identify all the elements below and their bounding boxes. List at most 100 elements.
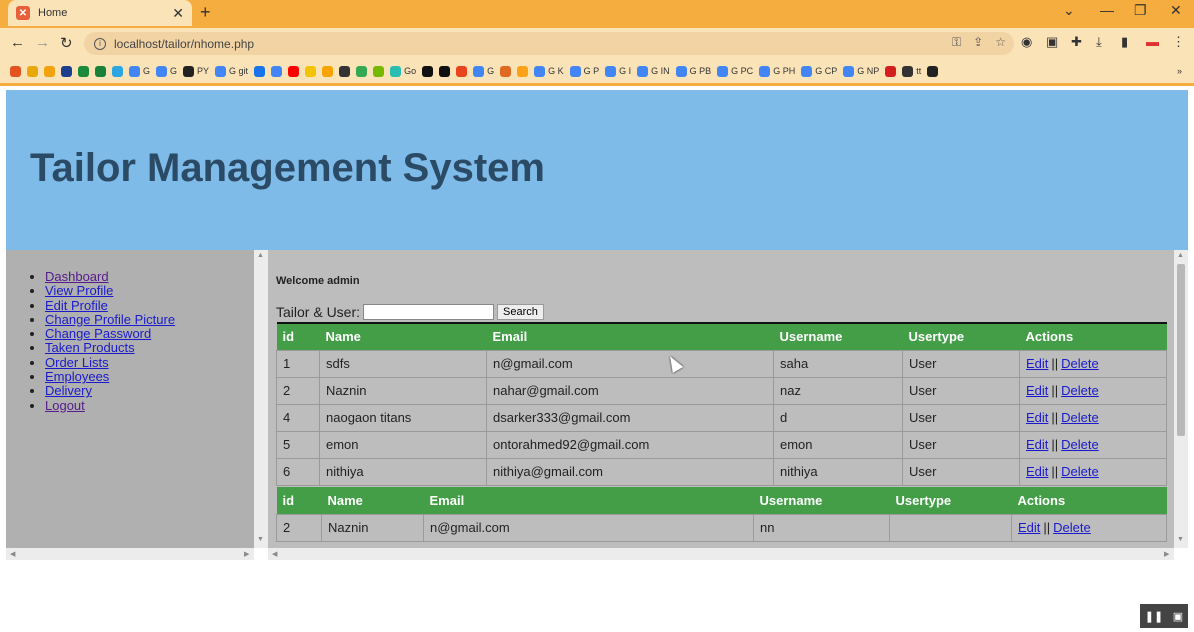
delete-link[interactable]: Delete [1061,464,1099,479]
delete-link[interactable]: Delete [1061,437,1099,452]
restore-button[interactable]: ❐ [1134,2,1147,19]
more-bookmarks-button[interactable]: » [1177,66,1182,76]
bookmark-item[interactable] [422,65,434,77]
bookmark-item[interactable] [517,65,529,77]
scroll-right-icon[interactable]: ▶ [244,550,249,558]
bookmark-item[interactable] [27,65,38,77]
back-arrow-icon[interactable]: ← [10,34,25,51]
bookmark-item[interactable]: G IN [637,65,670,77]
edit-link[interactable]: Edit [1026,437,1048,452]
bookmark-item[interactable] [885,65,897,77]
bookmark-item[interactable]: Go [390,65,416,77]
bookmark-item[interactable] [339,65,351,77]
search-input[interactable] [363,304,495,320]
bookmark-item[interactable] [254,65,266,77]
edit-link[interactable]: Edit [1018,520,1040,535]
delete-link[interactable]: Delete [1061,410,1099,425]
bookmark-item[interactable] [322,65,334,77]
sidebar-link-change-profile-picture[interactable]: Change Profile Picture [45,312,175,327]
new-tab-button[interactable]: + [200,2,211,23]
download-icon[interactable]: ⤓ [1096,34,1102,50]
profile-extension-icon[interactable]: ▬ [1146,34,1159,49]
sidepanel-icon[interactable]: ▮ [1121,34,1128,50]
scroll-left-icon[interactable]: ◀ [272,550,277,558]
bookmark-item[interactable]: G CP [801,65,837,77]
bookmark-item[interactable] [439,65,451,77]
main-hscrollbar[interactable]: ◀ ▶ [268,548,1174,560]
star-icon[interactable]: ☆ [995,35,1006,50]
panda-extension-icon[interactable]: ◉ [1021,34,1032,50]
scroll-down-icon[interactable]: ▼ [257,536,264,543]
bookmark-item[interactable]: G P [569,65,599,77]
close-tab-icon[interactable]: ✕ [172,5,184,22]
scroll-up-icon[interactable]: ▲ [257,252,264,259]
bookmark-item[interactable]: G PB [675,65,711,77]
edit-link[interactable]: Edit [1026,410,1048,425]
scroll-left-icon[interactable]: ◀ [10,550,15,558]
bookmark-item[interactable] [271,65,283,77]
bookmark-item[interactable]: G I [605,65,631,77]
info-icon[interactable]: i [94,37,106,50]
bookmark-item[interactable]: G git [215,65,248,77]
bookmark-item[interactable] [305,65,317,77]
puzzle-icon[interactable]: ✚ [1071,34,1082,50]
sidebar-link-view-profile[interactable]: View Profile [45,283,113,298]
chevron-down-icon[interactable]: ⌄ [1063,2,1075,19]
close-window-button[interactable]: ✕ [1170,2,1182,19]
bookmark-item[interactable] [61,65,72,77]
scrollbar-thumb[interactable] [1177,264,1185,436]
scroll-down-icon[interactable]: ▼ [1177,536,1184,543]
sidebar-link-employees[interactable]: Employees [45,369,109,384]
bookmark-item[interactable] [927,65,939,77]
extension-icon[interactable]: ▣ [1046,34,1058,50]
bookmark-item[interactable]: PY [183,65,209,77]
bookmark-item[interactable] [288,65,300,77]
scroll-up-icon[interactable]: ▲ [1177,252,1184,259]
bookmark-item[interactable]: G K [534,65,564,77]
sidebar-link-taken-products[interactable]: Taken Products [45,340,135,355]
bookmark-item[interactable] [500,65,512,77]
key-icon[interactable]: ⚿ [952,35,961,50]
sidebar-link-order-lists[interactable]: Order Lists [45,355,109,370]
edit-link[interactable]: Edit [1026,356,1048,371]
menu-icon[interactable]: ⋮ [1172,34,1185,50]
sidebar-link-dashboard[interactable]: Dashboard [45,269,109,284]
main-scrollbar[interactable]: ▲ ▼ [1174,250,1188,548]
bookmark-item[interactable]: G [473,65,494,77]
url-text[interactable]: localhost/tailor/nhome.php [114,37,254,51]
delete-link[interactable]: Delete [1061,356,1099,371]
bookmark-item[interactable] [95,65,106,77]
bookmark-item[interactable] [456,65,468,77]
sidebar-hscrollbar[interactable]: ◀ ▶ [6,548,254,560]
sidebar-link-logout[interactable]: Logout [45,398,85,413]
bookmark-item[interactable] [78,65,89,77]
bookmark-item[interactable]: G PC [717,65,753,77]
bookmark-item[interactable]: G NP [843,65,879,77]
sidebar-link-edit-profile[interactable]: Edit Profile [45,298,108,313]
bookmark-item[interactable] [44,65,55,77]
minimize-button[interactable]: — [1100,2,1114,18]
address-bar[interactable]: i localhost/tailor/nhome.php ⚿ ⇪ ☆ [84,32,1014,55]
share-icon[interactable]: ⇪ [973,35,983,50]
delete-link[interactable]: Delete [1061,383,1099,398]
reload-icon[interactable]: ↻ [60,34,73,52]
pause-icon[interactable]: ❚❚ [1145,610,1163,623]
search-button[interactable]: Search [497,304,544,320]
bookmark-item[interactable] [10,65,21,77]
tab-home[interactable]: ✕ Home ✕ [8,0,192,26]
bookmark-item[interactable] [356,65,368,77]
delete-link[interactable]: Delete [1053,520,1091,535]
bookmark-item[interactable]: tt [902,65,921,77]
bookmark-item[interactable] [112,65,123,77]
forward-arrow-icon[interactable]: → [35,34,50,51]
scroll-right-icon[interactable]: ▶ [1164,550,1169,558]
bookmark-item[interactable] [373,65,385,77]
screen-icon[interactable]: ▣ [1173,610,1183,623]
sidebar-link-delivery[interactable]: Delivery [45,383,92,398]
bookmark-item[interactable]: G [129,65,150,77]
bookmark-item[interactable]: G [156,65,177,77]
bookmark-item[interactable]: G PH [759,65,795,77]
edit-link[interactable]: Edit [1026,464,1048,479]
edit-link[interactable]: Edit [1026,383,1048,398]
sidebar-link-change-password[interactable]: Change Password [45,326,151,341]
